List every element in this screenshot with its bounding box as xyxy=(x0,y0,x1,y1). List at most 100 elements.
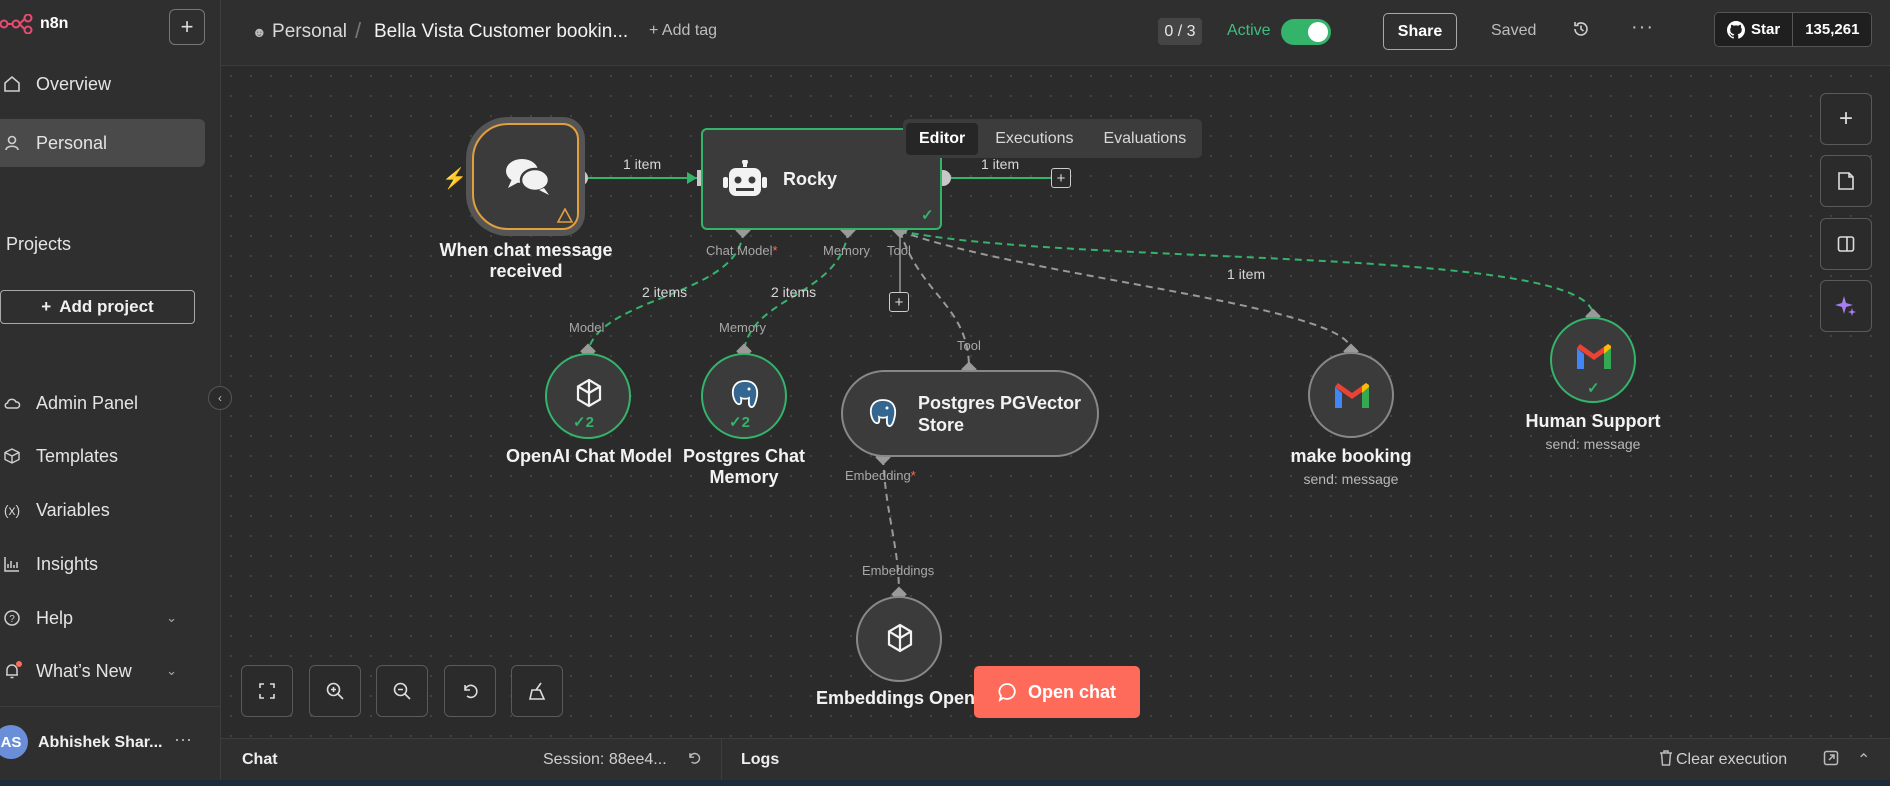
avatar[interactable]: AS xyxy=(0,725,28,759)
required-marker: * xyxy=(910,468,916,483)
user-icon xyxy=(2,134,22,152)
sidebar-item-templates[interactable]: Templates xyxy=(0,432,205,480)
run-count: 2 xyxy=(585,414,594,431)
add-project-button[interactable]: + Add project xyxy=(0,290,195,324)
reset-zoom-button[interactable] xyxy=(444,665,496,717)
user-menu[interactable]: AS Abhishek Shar... ··· xyxy=(0,706,221,786)
add-tool-button[interactable]: + xyxy=(889,292,909,312)
sidebar-item-insights[interactable]: Insights xyxy=(0,540,205,588)
sparkle-icon xyxy=(1835,296,1856,316)
more-icon[interactable]: ··· xyxy=(174,729,192,750)
reset-session-icon[interactable] xyxy=(686,750,702,771)
tab-editor[interactable]: Editor xyxy=(906,122,979,155)
zoom-out-button[interactable] xyxy=(376,665,428,717)
workflow-canvas[interactable]: Editor Executions Evaluations ⚡ When cha… xyxy=(221,66,1890,738)
chat-panel-title[interactable]: Chat xyxy=(242,751,278,769)
breadcrumb-separator: / xyxy=(355,18,362,43)
history-icon[interactable] xyxy=(1571,19,1595,43)
edge-label-human-support: 1 item xyxy=(1227,266,1266,282)
robot-icon xyxy=(723,160,767,196)
check-icon: ✓ xyxy=(921,207,934,224)
tidy-up-button[interactable] xyxy=(511,665,563,717)
active-toggle[interactable] xyxy=(1281,19,1331,45)
node-postgres-pgvector-store[interactable]: Postgres PGVector Store xyxy=(841,370,1099,457)
pg-memory-line1: Postgres Chat xyxy=(682,446,806,466)
plus-icon: + xyxy=(1056,169,1066,187)
create-new-button[interactable]: + xyxy=(169,9,205,45)
clear-execution-button[interactable]: Clear execution xyxy=(1676,751,1787,769)
github-star-button[interactable]: Star xyxy=(1715,13,1794,46)
add-next-node-button[interactable]: + xyxy=(1051,168,1071,188)
trigger-label-line1: When chat message xyxy=(439,240,613,260)
trash-icon[interactable] xyxy=(1659,750,1673,771)
sidebar-item-variables[interactable]: (x) Variables xyxy=(0,486,205,534)
notification-dot xyxy=(16,661,22,667)
workflow-name[interactable]: Bella Vista Customer bookin... xyxy=(374,21,628,43)
breadcrumb-project[interactable]: ☻ Personal xyxy=(252,21,347,43)
toggle-knob xyxy=(1308,22,1328,42)
panel-divider xyxy=(721,739,722,781)
user-icon: ☻ xyxy=(252,24,267,40)
session-id: Session: 88ee4... xyxy=(543,751,667,768)
edge-label-trigger-agent: 1 item xyxy=(623,156,662,172)
port-label-embeddings: Embeddings xyxy=(862,563,935,578)
node-chat-trigger[interactable] xyxy=(472,123,579,230)
chat-icon xyxy=(998,683,1016,702)
variables-icon: (x) xyxy=(3,502,21,518)
sidebar-item-label: Personal xyxy=(36,132,108,153)
share-button[interactable]: Share xyxy=(1383,13,1457,50)
sidebar-item-help[interactable]: ? Help ⌄ xyxy=(0,594,205,642)
chevron-up-icon[interactable]: ⌃ xyxy=(1857,750,1870,770)
node-postgres-chat-memory[interactable]: ✓2 xyxy=(701,353,787,439)
node-label-human-support: Human Support xyxy=(1525,411,1661,431)
port-label-memory-in: Memory xyxy=(719,320,766,335)
sidebar-item-whats-new[interactable]: What’s New ⌄ xyxy=(0,647,205,695)
gmail-icon xyxy=(1577,344,1611,369)
open-chat-button[interactable]: Open chat xyxy=(974,666,1140,718)
help-icon: ? xyxy=(2,609,22,627)
fit-view-button[interactable] xyxy=(241,665,293,717)
home-icon xyxy=(2,75,22,93)
sticky-note-icon xyxy=(1838,172,1854,190)
port-label-pgvector-tool: Tool xyxy=(957,338,981,353)
node-embeddings-openai[interactable] xyxy=(856,596,942,682)
edge-label-chat-model: 2 items xyxy=(642,284,688,300)
add-tag-button[interactable]: + Add tag xyxy=(649,22,717,40)
node-human-support[interactable]: ✓ xyxy=(1550,317,1636,403)
trigger-bolt-icon: ⚡ xyxy=(442,168,467,190)
ai-assistant-button[interactable] xyxy=(1820,280,1872,332)
node-sub-make-booking: send: message xyxy=(1303,471,1399,487)
sidebar-item-personal[interactable]: Personal xyxy=(0,119,205,167)
pg-memory-line2: Memory xyxy=(709,467,779,487)
more-options-icon[interactable]: ··· xyxy=(1631,16,1654,39)
run-count: 2 xyxy=(741,414,750,431)
toggle-panel-button[interactable] xyxy=(1820,218,1872,270)
github-star-widget[interactable]: Star 135,261 xyxy=(1714,12,1873,47)
breadcrumb-project-label: Personal xyxy=(272,21,348,42)
add-node-button[interactable]: + xyxy=(1820,93,1872,145)
collapse-sidebar-button[interactable]: ‹ xyxy=(208,386,232,410)
logo-text: n8n xyxy=(40,15,69,32)
box-icon xyxy=(2,447,22,465)
zoom-in-button[interactable] xyxy=(309,665,361,717)
sticky-note-button[interactable] xyxy=(1820,155,1872,207)
n8n-logo[interactable]: n8n xyxy=(0,14,68,34)
gmail-icon xyxy=(1335,383,1369,408)
svg-text:?: ? xyxy=(9,614,15,625)
tab-executions[interactable]: Executions xyxy=(982,123,1086,155)
node-openai-chat-model[interactable]: ✓2 xyxy=(545,353,631,439)
node-make-booking[interactable] xyxy=(1308,352,1394,438)
user-name: Abhishek Shar... xyxy=(38,734,163,751)
plus-icon: + xyxy=(41,297,52,316)
logs-panel-title[interactable]: Logs xyxy=(741,751,779,769)
sidebar-item-overview[interactable]: Overview xyxy=(0,60,205,108)
tab-evaluations[interactable]: Evaluations xyxy=(1090,123,1199,155)
popout-icon[interactable] xyxy=(1823,750,1839,771)
edge-label-agent-out: 1 item xyxy=(981,156,1020,172)
zoom-in-icon xyxy=(326,682,344,700)
workflow-counter: 0 / 3 xyxy=(1158,18,1202,45)
agent-title: Rocky xyxy=(783,169,838,189)
sidebar-item-admin-panel[interactable]: Admin Panel xyxy=(0,379,205,427)
add-project-label: Add project xyxy=(59,297,154,316)
undo-icon xyxy=(464,684,478,699)
